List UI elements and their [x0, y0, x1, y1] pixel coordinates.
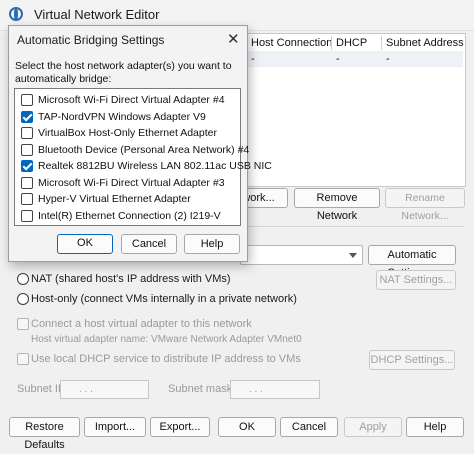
connect-adapter-label: Connect a host virtual adapter to this n… [31, 318, 252, 330]
rename-network-button[interactable]: Rename Network... [385, 188, 465, 222]
column-header-dhcp[interactable]: DHCP [336, 37, 367, 49]
adapter-list-item[interactable]: Realtek 8812BU Wireless LAN 802.11ac USB… [15, 158, 272, 174]
adapter-label: Microsoft Wi-Fi Direct Virtual Adapter #… [38, 176, 225, 189]
adapter-checkbox[interactable] [21, 110, 33, 123]
adapter-list-item[interactable]: VirtualBox Host-Only Ethernet Adapter [15, 125, 240, 141]
adapter-checkbox[interactable] [21, 176, 33, 189]
connect-adapter-checkbox[interactable] [17, 318, 29, 330]
use-dhcp-checkbox[interactable] [17, 353, 29, 365]
globe-icon [9, 7, 23, 21]
export-button[interactable]: Export... [150, 417, 210, 437]
dialog-cancel-button[interactable]: Cancel [121, 234, 177, 254]
import-button[interactable]: Import... [84, 417, 146, 437]
subnet-mask-label: Subnet mask: [168, 383, 236, 395]
adapter-checkbox[interactable] [21, 209, 33, 222]
window-title: Virtual Network Editor [34, 7, 160, 22]
nat-settings-button[interactable]: NAT Settings... [376, 270, 456, 290]
subnet-mask-input[interactable]: . . . [230, 380, 320, 399]
adapter-list-item[interactable]: Microsoft Wi-Fi Direct Virtual Adapter #… [15, 175, 240, 191]
column-divider [381, 36, 382, 50]
dialog-help-button[interactable]: Help [184, 234, 240, 254]
adapter-label: Hyper-V Virtual Ethernet Adapter [38, 193, 191, 205]
dialog-prompt: Select the host network adapter(s) you w… [15, 60, 232, 85]
adapter-label: VirtualBox Host-Only Ethernet Adapter [38, 127, 217, 139]
remove-network-button[interactable]: Remove Network [294, 188, 380, 222]
dialog-title: Automatic Bridging Settings [17, 33, 165, 47]
adapter-list-item[interactable]: Intel(R) Ethernet Connection (2) I219-V [15, 208, 240, 224]
chevron-down-icon [349, 253, 357, 258]
adapter-label: Bluetooth Device (Personal Area Network)… [38, 143, 250, 156]
automatic-settings-button[interactable]: Automatic Settings... [368, 245, 456, 279]
adapter-checkbox[interactable] [21, 94, 33, 106]
adapter-list[interactable]: Microsoft Wi-Fi Direct Virtual Adapter #… [14, 88, 272, 226]
adapter-checkbox[interactable] [21, 143, 33, 156]
apply-button[interactable]: Apply [344, 417, 402, 437]
adapter-list-item[interactable]: Microsoft Wi-Fi Direct Virtual Adapter #… [15, 92, 240, 108]
table-cell: - [251, 53, 255, 65]
adapter-list-item[interactable]: TAP-NordVPN Windows Adapter V9 [15, 109, 240, 125]
use-dhcp-label: Use local DHCP service to distribute IP … [31, 353, 301, 365]
ok-button[interactable]: OK [218, 417, 276, 437]
adapter-label: Intel(R) Ethernet Connection (2) I219-V [38, 209, 221, 222]
group-divider [248, 226, 464, 227]
adapter-checkbox[interactable] [21, 193, 33, 205]
cancel-button[interactable]: Cancel [280, 417, 338, 437]
adapter-label: TAP-NordVPN Windows Adapter V9 [38, 110, 206, 123]
subnet-ip-input[interactable]: . . . [60, 380, 149, 399]
dialog-ok-button[interactable]: OK [57, 234, 113, 254]
dhcp-settings-button[interactable]: DHCP Settings... [369, 350, 455, 370]
column-header-host-connection[interactable]: Host Connection [251, 37, 332, 49]
column-header-subnet-address[interactable]: Subnet Address [386, 37, 464, 49]
adapter-checkbox[interactable] [21, 160, 33, 172]
nat-radio[interactable] [17, 273, 29, 285]
host-only-radio[interactable] [17, 293, 29, 305]
automatic-bridging-dialog: Automatic Bridging Settings ✕ Select the… [8, 25, 272, 262]
adapter-label: Microsoft Wi-Fi Direct Virtual Adapter #… [38, 94, 225, 106]
adapter-list-item[interactable]: Bluetooth Device (Personal Area Network)… [15, 142, 249, 158]
adapter-name-text: Host virtual adapter name: VMware Networ… [31, 334, 302, 345]
column-divider [331, 36, 332, 50]
adapter-checkbox[interactable] [21, 127, 33, 139]
ip-dots: . . . [79, 384, 93, 395]
table-cell: - [336, 53, 340, 65]
adapter-label: Realtek 8812BU Wireless LAN 802.11ac USB… [38, 160, 272, 172]
bridged-adapter-select[interactable] [240, 245, 363, 265]
table-cell: - [386, 53, 390, 65]
mask-dots: . . . [249, 384, 263, 395]
nat-label: NAT (shared host's IP address with VMs) [31, 273, 231, 285]
restore-defaults-button[interactable]: Restore Defaults [9, 417, 80, 451]
adapter-list-item[interactable]: Hyper-V Virtual Ethernet Adapter [15, 191, 240, 207]
host-only-label: Host-only (connect VMs internally in a p… [31, 293, 297, 305]
help-button[interactable]: Help [406, 417, 464, 437]
close-icon[interactable]: ✕ [227, 30, 240, 48]
